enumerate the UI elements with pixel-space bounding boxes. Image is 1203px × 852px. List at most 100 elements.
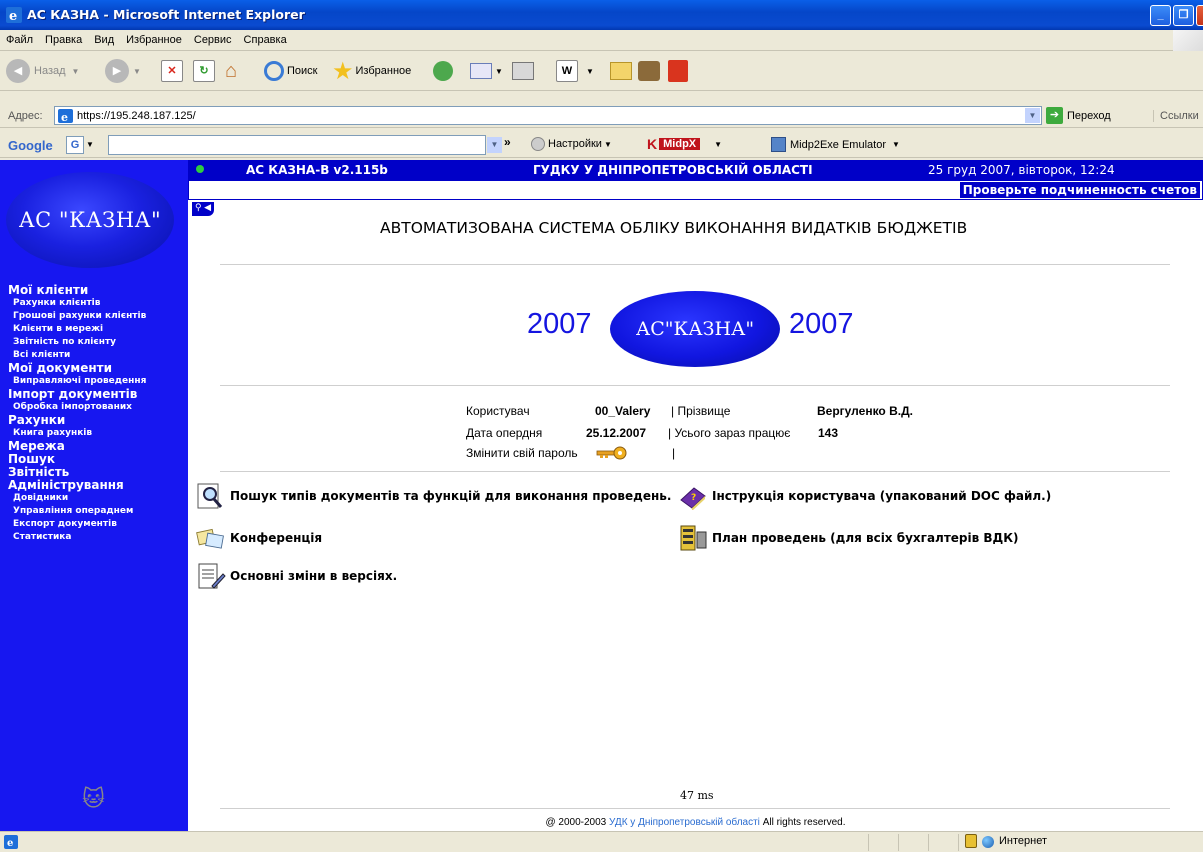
edit-button[interactable]: W ▼ bbox=[556, 58, 594, 84]
sidebar-logo[interactable]: АС "КАЗНА" bbox=[6, 172, 174, 268]
google-g-icon[interactable]: G bbox=[66, 136, 84, 154]
svg-text:e: e bbox=[9, 9, 17, 23]
plan-link[interactable]: План проведень (для всіх бухгалтерів ВДК… bbox=[678, 524, 1019, 552]
copyright-link[interactable]: УДК у Дніпропетровській області bbox=[609, 817, 760, 828]
sidebar-item[interactable]: Мої документи bbox=[8, 362, 188, 375]
stop-icon: ✕ bbox=[161, 60, 183, 82]
history-button[interactable] bbox=[433, 58, 453, 84]
menu-favorites[interactable]: Избранное bbox=[120, 30, 188, 46]
back-button[interactable]: ◀ Назад ▼ bbox=[6, 58, 79, 84]
ie-icon: e bbox=[6, 7, 22, 23]
menu-file[interactable]: Файл bbox=[0, 30, 39, 46]
toolbar: ◀ Назад ▼ ▶ ▼ ✕ ↻ ⌂ Поиск ★ Избранное ▼ … bbox=[0, 52, 1203, 91]
sidebar-item[interactable]: Експорт документів bbox=[8, 518, 188, 531]
sidebar-item[interactable]: Адміністрування bbox=[8, 479, 188, 492]
sidebar-item[interactable]: Імпорт документів bbox=[8, 388, 188, 401]
changes-link[interactable]: Основні зміни в версіях. bbox=[196, 562, 397, 590]
status-dot-icon bbox=[196, 165, 204, 173]
emulator-icon bbox=[771, 137, 786, 152]
sidebar-item[interactable]: Рахунки клієнтів bbox=[8, 297, 188, 310]
favorites-button[interactable]: ★ Избранное bbox=[332, 58, 412, 85]
maximize-button[interactable]: ❐ bbox=[1173, 5, 1194, 26]
opday-label: Дата опердня bbox=[466, 426, 543, 440]
mail-button[interactable]: ▼ bbox=[470, 58, 503, 84]
sidebar-item[interactable]: Клієнти в мережі bbox=[8, 323, 188, 336]
links-label[interactable]: Ссылки bbox=[1153, 110, 1199, 122]
sidebar-nav: Мої клієнти Рахунки клієнтів Грошові рахун… bbox=[8, 284, 188, 544]
window-titlebar: e АС КАЗНА - Microsoft Internet Explorer… bbox=[0, 0, 1203, 30]
favorites-label: Избранное bbox=[355, 65, 412, 77]
account-check-message[interactable]: Проверьте подчиненность счетов bbox=[959, 182, 1200, 198]
minimize-button[interactable]: _ bbox=[1150, 5, 1171, 26]
menu-view[interactable]: Вид bbox=[88, 30, 120, 46]
status-bar: e Интернет bbox=[0, 831, 1203, 852]
print-button[interactable] bbox=[512, 58, 534, 84]
sidebar-item[interactable]: Управління операднем bbox=[8, 505, 188, 518]
forward-arrow-icon: ▶ bbox=[105, 59, 129, 83]
search-button[interactable]: Поиск bbox=[264, 58, 317, 84]
window-title: АС КАЗНА - Microsoft Internet Explorer bbox=[27, 7, 305, 22]
change-password-link[interactable]: Змінити свій пароль bbox=[466, 446, 578, 460]
messenger-button[interactable] bbox=[638, 58, 660, 84]
menu-help[interactable]: Справка bbox=[238, 30, 293, 46]
document-edit-icon bbox=[198, 563, 226, 589]
print-icon bbox=[512, 62, 534, 80]
mail-icon bbox=[470, 63, 492, 79]
forward-button[interactable]: ▶ ▼ bbox=[105, 58, 141, 84]
more-chevron-icon[interactable]: » bbox=[504, 135, 511, 149]
research-icon bbox=[668, 60, 688, 82]
year-right: 2007 bbox=[789, 308, 854, 340]
google-toolbar: Google G ▼ ▼ » Настройки ▼ K MidpX ▼ Mid… bbox=[0, 132, 1203, 158]
midpx-label: MidpX bbox=[659, 138, 701, 150]
plan-icon bbox=[680, 525, 707, 551]
midpx-button[interactable]: K MidpX ▼ bbox=[647, 136, 722, 152]
google-search-input[interactable] bbox=[108, 135, 486, 155]
page-status-icon: e bbox=[4, 835, 18, 849]
discuss-button[interactable] bbox=[610, 58, 632, 84]
emulator-button[interactable]: Midp2Exe Emulator ▼ bbox=[771, 137, 900, 152]
divider bbox=[220, 264, 1170, 265]
status-cell bbox=[898, 834, 928, 851]
search-docs-link[interactable]: Пошук типів документів та функцій для ви… bbox=[196, 482, 671, 510]
home-icon: ⌂ bbox=[225, 59, 238, 82]
settings-button[interactable]: Настройки ▼ bbox=[531, 137, 612, 151]
sidebar-item[interactable]: Рахунки bbox=[8, 414, 188, 427]
divider bbox=[220, 385, 1170, 386]
plan-text: План проведень (для всіх бухгалтерів ВДК… bbox=[712, 531, 1019, 545]
midpx-logo-icon: K bbox=[647, 136, 658, 152]
close-button[interactable] bbox=[1196, 5, 1203, 26]
menu-tools[interactable]: Сервис bbox=[188, 30, 238, 46]
refresh-button[interactable]: ↻ bbox=[193, 58, 215, 84]
go-button[interactable]: ➔ Переход bbox=[1046, 106, 1111, 125]
key-icon[interactable] bbox=[595, 446, 629, 460]
manual-link[interactable]: ? Інструкція користувача (упакований DOC… bbox=[678, 482, 1051, 510]
sidebar-item[interactable]: Звітність по клієнту bbox=[8, 336, 188, 349]
sidebar-item[interactable]: Статистика bbox=[8, 531, 188, 544]
chevron-down-icon[interactable]: ▼ bbox=[86, 140, 94, 149]
sidebar-item[interactable]: Довідники bbox=[8, 492, 188, 505]
google-logo[interactable]: Google bbox=[8, 138, 53, 153]
messenger-icon bbox=[638, 61, 660, 81]
cat-icon: 🐱 bbox=[82, 787, 105, 812]
settings-icon bbox=[531, 137, 545, 151]
search-sound-icon[interactable]: ⚲ ◀ bbox=[192, 202, 214, 216]
surname-label: | Прізвище bbox=[671, 404, 731, 418]
address-dropdown-icon[interactable]: ▼ bbox=[1025, 108, 1040, 123]
chevron-down-icon: ▼ bbox=[892, 140, 900, 149]
google-dropdown-icon[interactable]: ▼ bbox=[487, 137, 502, 153]
sidebar-item[interactable]: Грошові рахунки клієнтів bbox=[8, 310, 188, 323]
copyright: @ 2000-2003 УДК у Дніпропетровській обла… bbox=[0, 817, 1203, 828]
page-title: АВТОМАТИЗОВАНА СИСТЕМА ОБЛІКУ ВИКОНАННЯ … bbox=[380, 219, 968, 237]
center-logo: АС"КАЗНА" bbox=[610, 291, 780, 367]
menu-edit[interactable]: Правка bbox=[39, 30, 88, 46]
book-icon: ? bbox=[680, 487, 706, 510]
conference-link[interactable]: Конференція bbox=[196, 524, 322, 552]
svg-text:e: e bbox=[61, 111, 68, 123]
home-button[interactable]: ⌂ bbox=[225, 58, 237, 84]
back-label: Назад bbox=[34, 65, 66, 77]
stop-button[interactable]: ✕ bbox=[161, 58, 183, 84]
research-button[interactable] bbox=[668, 58, 688, 84]
address-input[interactable]: e https://195.248.187.125/ ▼ bbox=[54, 106, 1042, 125]
sidebar-item[interactable]: Мої клієнти bbox=[8, 284, 188, 297]
lock-icon[interactable] bbox=[965, 834, 977, 848]
